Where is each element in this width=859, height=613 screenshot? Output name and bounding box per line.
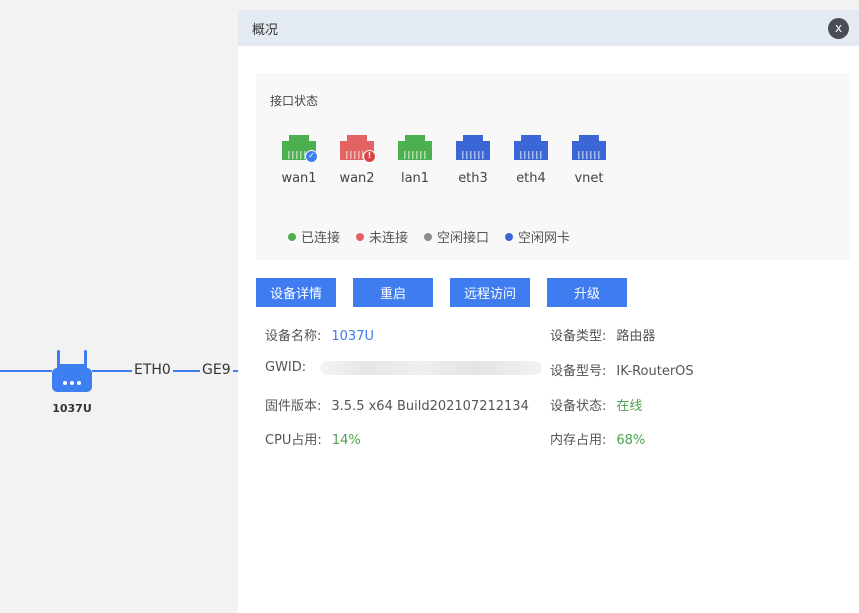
interface-status-box: 接口状态 ✓ wan1! wan2 lan1 eth3 eth4 vnet 已连接 未连接 空闲… [256, 73, 850, 260]
gwid-row: GWID: [265, 360, 543, 375]
interface-port-wan2[interactable]: ! wan2 [338, 133, 396, 186]
interface-name: wan1 [281, 171, 317, 186]
device-type-value: 路由器 [616, 329, 656, 344]
legend-item: 空闲接口 [424, 227, 489, 246]
status-row: 设备状态: 在线 [550, 395, 642, 414]
interface-port-wan1[interactable]: ✓ wan1 [280, 133, 338, 186]
device-name-label: 设备名称: [265, 329, 322, 344]
reboot-button[interactable]: 重启 [353, 278, 433, 307]
cpu-label: CPU占用: [265, 433, 322, 448]
error-badge-icon: ! [363, 150, 376, 163]
device-type-row: 设备类型: 路由器 [550, 325, 655, 344]
port-label-ge9: GE9 [200, 362, 233, 378]
interface-name: eth3 [458, 171, 488, 186]
topology-canvas: 1037U ETH0 GE9 [0, 0, 238, 613]
check-badge-icon: ✓ [305, 150, 318, 163]
remote-access-button[interactable]: 远程访问 [450, 278, 530, 307]
status-value: 在线 [616, 399, 643, 414]
action-buttons: 设备详情 重启 远程访问 升级 [256, 278, 644, 307]
interface-port-eth4[interactable]: eth4 [512, 133, 570, 186]
interface-port-vnet[interactable]: vnet [570, 133, 628, 186]
port-label-eth0: ETH0 [132, 362, 173, 378]
legend-dot-icon [288, 232, 296, 241]
firmware-label: 固件版本: [265, 399, 322, 414]
legend-item: 已连接 [288, 227, 340, 246]
model-label: 设备型号: [550, 364, 607, 379]
cpu-row: CPU占用: 14% [265, 429, 361, 448]
legend-dot-icon [424, 232, 433, 241]
ethernet-port-icon [512, 133, 550, 163]
link-line [0, 370, 52, 372]
status-label: 设备状态: [550, 399, 607, 414]
legend-dot-icon [505, 232, 514, 241]
interface-name: lan1 [400, 171, 430, 186]
device-name-row: 设备名称: 1037U [265, 325, 374, 344]
router-icon[interactable] [51, 348, 93, 396]
gwid-label: GWID: [265, 360, 307, 375]
ethernet-port-icon [570, 133, 608, 163]
close-button[interactable]: x [828, 18, 849, 39]
interface-name: eth4 [516, 171, 546, 186]
interface-list: ✓ wan1! wan2 lan1 eth3 eth4 vnet [280, 133, 628, 186]
panel-title: 概况 [252, 22, 279, 38]
ethernet-port-icon: ! [338, 133, 376, 163]
device-details-button[interactable]: 设备详情 [256, 278, 336, 307]
interface-status-title: 接口状态 [270, 94, 319, 108]
legend-item: 空闲网卡 [505, 227, 570, 246]
device-type-label: 设备类型: [550, 329, 607, 344]
firmware-value: 3.5.5 x64 Build202107212134 [331, 399, 529, 414]
legend-item: 未连接 [356, 227, 408, 246]
memory-value: 68% [616, 433, 646, 448]
model-row: 设备型号: IK-RouterOS [550, 360, 694, 379]
router-label: 1037U [52, 402, 92, 415]
interface-name: vnet [574, 171, 604, 186]
memory-label: 内存占用: [550, 433, 607, 448]
ethernet-port-icon [396, 133, 434, 163]
legend-label: 空闲网卡 [518, 231, 571, 246]
panel-header: 概况 x [238, 10, 859, 46]
device-name-value[interactable]: 1037U [331, 329, 374, 344]
overview-panel: 概况 x 接口状态 ✓ wan1! wan2 lan1 eth3 eth4 vnet 已连接… [238, 10, 859, 613]
interface-name: wan2 [339, 171, 375, 186]
ethernet-port-icon: ✓ [280, 133, 318, 163]
memory-row: 内存占用: 68% [550, 429, 645, 448]
status-legend: 已连接 未连接 空闲接口 空闲网卡 [288, 227, 586, 246]
interface-port-eth3[interactable]: eth3 [454, 133, 512, 186]
cpu-value: 14% [331, 433, 361, 448]
upgrade-button[interactable]: 升级 [547, 278, 627, 307]
model-value: IK-RouterOS [616, 364, 694, 379]
legend-label: 未连接 [369, 231, 409, 246]
legend-label: 空闲接口 [437, 231, 490, 246]
legend-label: 已连接 [301, 231, 341, 246]
firmware-row: 固件版本: 3.5.5 x64 Build202107212134 [265, 395, 529, 414]
interface-port-lan1[interactable]: lan1 [396, 133, 454, 186]
ethernet-port-icon [454, 133, 492, 163]
gwid-redacted-value [320, 360, 543, 375]
legend-dot-icon [356, 232, 365, 241]
